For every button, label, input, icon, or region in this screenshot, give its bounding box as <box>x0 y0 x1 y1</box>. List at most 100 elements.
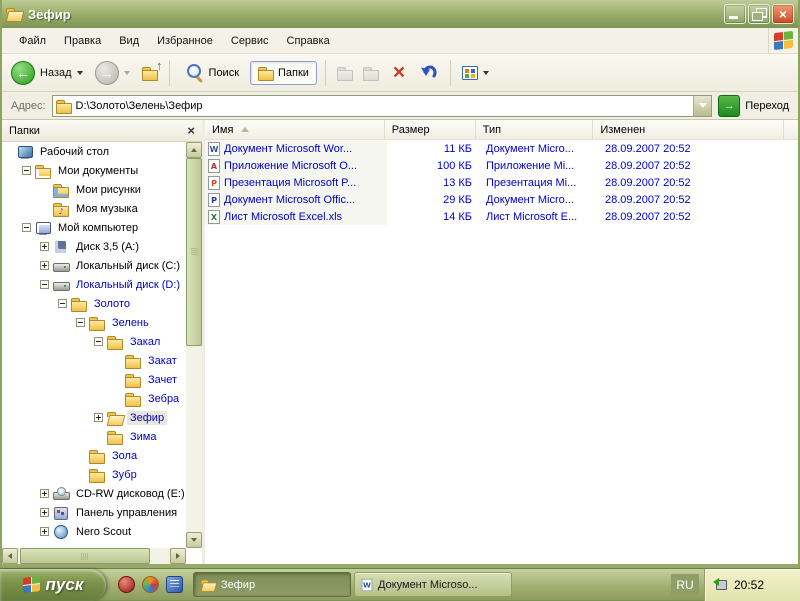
horizontal-scrollbar-thumb[interactable] <box>20 548 150 564</box>
back-dropdown-caret[interactable] <box>76 70 83 75</box>
scroll-down-button[interactable] <box>186 532 202 548</box>
table-row[interactable]: Лист Microsoft Excel.xls 14 КБ Лист Micr… <box>205 208 798 225</box>
quick-launch-media-player-icon[interactable] <box>142 576 159 593</box>
back-button[interactable]: ← Назад <box>8 59 88 87</box>
tree-expander[interactable] <box>40 261 49 270</box>
go-button[interactable]: → <box>718 94 741 117</box>
column-header[interactable]: Изменен <box>593 120 784 140</box>
tree-item[interactable]: Зелень <box>2 313 186 332</box>
table-row[interactable]: Презентация Microsoft P... 13 КБ Презент… <box>205 174 798 191</box>
folders-panel-title: Папки <box>9 124 40 137</box>
forward-button[interactable]: → <box>92 59 135 87</box>
tree-item[interactable]: Рабочий стол <box>2 142 186 161</box>
tree-item-icon <box>53 486 70 501</box>
tree-item[interactable]: Панель управления <box>2 503 186 522</box>
tree-expander[interactable] <box>76 318 85 327</box>
menu-item-справка[interactable]: Справка <box>278 31 339 51</box>
go-label: Переход <box>745 99 789 112</box>
file-type: Документ Micro... <box>486 193 574 206</box>
tree-item[interactable]: Зефир <box>2 408 186 427</box>
tree-item[interactable]: Локальный диск (C:) <box>2 256 186 275</box>
copy-to-button[interactable] <box>360 64 382 82</box>
minimize-button[interactable] <box>724 4 746 24</box>
taskbar: пуск Зефир Документ Microso... RU 20:52 <box>0 568 800 601</box>
tree-expander[interactable] <box>40 489 49 498</box>
tree-item[interactable]: Зебра <box>2 389 186 408</box>
tree-expander[interactable] <box>40 242 49 251</box>
tree-expander[interactable] <box>40 280 49 289</box>
close-button[interactable]: × <box>772 4 794 24</box>
column-header[interactable]: Размер <box>384 120 476 140</box>
tree-item-icon <box>53 183 69 198</box>
taskbar-button-label: Документ Microso... <box>378 578 478 591</box>
scrollbar-track[interactable] <box>150 548 170 564</box>
views-dropdown-caret[interactable] <box>482 70 489 75</box>
scroll-up-button[interactable] <box>186 142 202 158</box>
tree-item[interactable]: Локальный диск (D:) <box>2 275 186 294</box>
scroll-right-button[interactable] <box>170 548 186 564</box>
restore-button[interactable] <box>748 4 770 24</box>
tree-expander[interactable] <box>94 413 103 422</box>
tree-item[interactable]: Nero Scout <box>2 522 186 541</box>
up-button[interactable]: ↑ <box>139 58 163 82</box>
menu-item-правка[interactable]: Правка <box>55 31 110 51</box>
search-button[interactable]: Поиск <box>178 59 246 86</box>
table-row[interactable]: Документ Microsoft Offic... 29 КБ Докуме… <box>205 191 798 208</box>
tree-vertical-scrollbar[interactable] <box>186 142 202 548</box>
tree-expander[interactable] <box>58 299 67 308</box>
tree-item[interactable]: Закал <box>2 332 186 351</box>
tree-expander[interactable] <box>22 223 31 232</box>
tree-item[interactable]: Зачет <box>2 370 186 389</box>
tree-item[interactable]: Закат <box>2 351 186 370</box>
delete-button[interactable]: × <box>386 62 412 84</box>
views-button[interactable] <box>459 64 494 82</box>
tree-horizontal-scrollbar[interactable] <box>2 548 186 564</box>
tree-item-icon <box>89 316 105 331</box>
menu-item-избранное[interactable]: Избранное <box>148 31 222 51</box>
address-input[interactable]: D:\Золото\Зелень\Зефир <box>51 94 713 117</box>
column-header[interactable]: Тип <box>475 120 594 140</box>
tree-item[interactable]: Мои документы <box>2 161 186 180</box>
file-type: Документ Micro... <box>486 142 574 155</box>
tree-item[interactable]: Зима <box>2 427 186 446</box>
vertical-scrollbar-thumb[interactable] <box>186 158 202 346</box>
scroll-left-button[interactable] <box>2 548 18 564</box>
tree-expander[interactable] <box>94 337 103 346</box>
tree-expander[interactable] <box>40 527 49 536</box>
tree-item[interactable]: Зола <box>2 446 186 465</box>
tree-item[interactable]: CD-RW дисковод (E:) <box>2 484 186 503</box>
move-to-button[interactable] <box>334 64 356 82</box>
tree-item[interactable]: Зубр <box>2 465 186 484</box>
safely-remove-hardware-icon[interactable] <box>713 578 728 591</box>
tree-item-label: Рабочий стол <box>40 145 110 158</box>
tree-item[interactable]: Диск 3,5 (A:) <box>2 237 186 256</box>
start-button[interactable]: пуск <box>0 568 106 601</box>
tree-item-icon <box>53 259 70 273</box>
menu-item-сервис[interactable]: Сервис <box>222 31 278 51</box>
taskbar-button[interactable]: Документ Microso... <box>354 572 512 597</box>
address-dropdown-button[interactable] <box>693 95 712 116</box>
taskbar-button[interactable]: Зефир <box>193 572 351 597</box>
column-header[interactable]: Имя <box>205 120 385 140</box>
tree-item[interactable]: Моя музыка <box>2 199 186 218</box>
column-header-filler <box>783 120 798 140</box>
language-indicator[interactable]: RU <box>671 574 699 595</box>
table-row[interactable]: Документ Microsoft Wor... 11 КБ Документ… <box>205 140 798 157</box>
folders-button[interactable]: Папки <box>250 60 317 85</box>
tree-item[interactable]: Мой компьютер <box>2 218 186 237</box>
file-modified: 28.09.2007 20:52 <box>605 210 691 223</box>
tree-item[interactable]: Золото <box>2 294 186 313</box>
window-title: Зефир <box>28 6 71 22</box>
tree-expander[interactable] <box>22 166 31 175</box>
quick-launch-nero-icon[interactable] <box>118 576 135 593</box>
folders-panel-close-icon[interactable]: × <box>187 124 195 137</box>
tree-item[interactable]: Мои рисунки <box>2 180 186 199</box>
table-row[interactable]: Приложение Microsoft O... 100 КБ Приложе… <box>205 157 798 174</box>
tree-expander[interactable] <box>40 508 49 517</box>
quick-launch <box>106 576 193 593</box>
menu-item-вид[interactable]: Вид <box>110 31 148 51</box>
menu-item-файл[interactable]: Файл <box>10 31 55 51</box>
quick-launch-show-desktop-icon[interactable] <box>166 576 183 593</box>
column-header-label: Тип <box>482 123 502 136</box>
undo-button[interactable] <box>416 62 442 84</box>
